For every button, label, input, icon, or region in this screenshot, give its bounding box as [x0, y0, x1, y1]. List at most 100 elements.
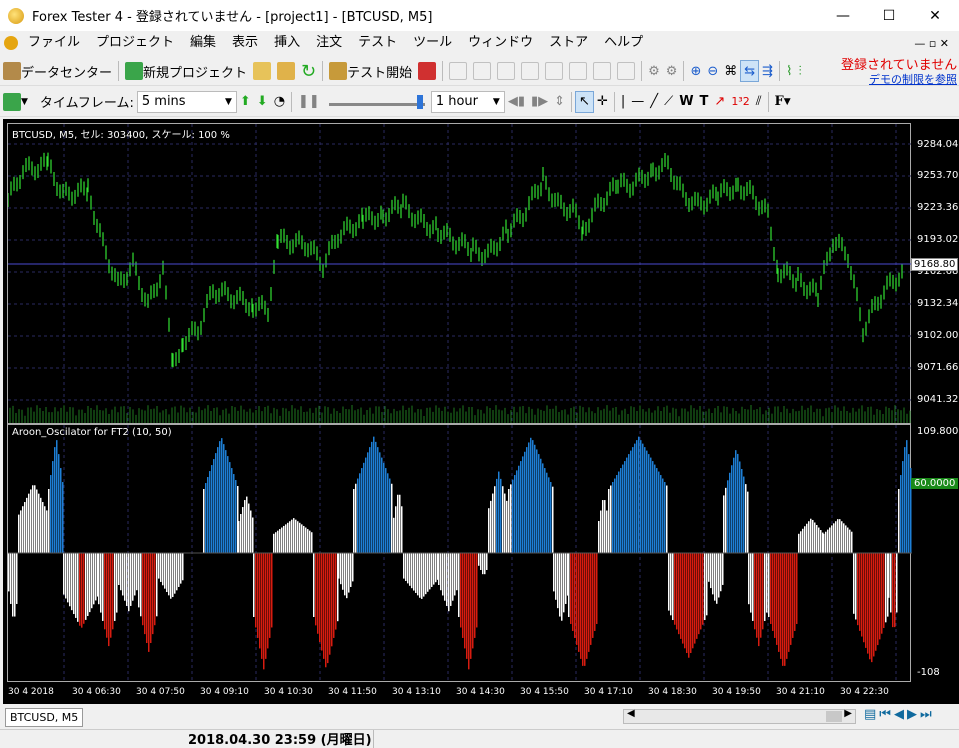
price-tick: 9071.660	[917, 362, 959, 373]
step-up-button[interactable]: ⬆	[237, 91, 254, 113]
aroon-bar	[335, 553, 337, 630]
first-icon[interactable]: ⏮	[879, 707, 894, 722]
vertical-line-button[interactable]: |	[618, 91, 628, 113]
pause-button[interactable]: ❚❚	[295, 91, 323, 113]
price-axis[interactable]: 9284.040 9253.700 9223.360 9193.020 9162…	[911, 123, 959, 424]
nav-button-1[interactable]: ◀▮	[505, 91, 528, 113]
chart-tab[interactable]: BTCUSD, M5	[5, 708, 84, 727]
gear-button-2[interactable]: ⚙	[663, 60, 681, 82]
aroon-bar	[69, 553, 71, 607]
arrow-button[interactable]: ↗	[711, 91, 728, 113]
navigation-buttons[interactable]: ▤⏮◀▶⏭	[864, 707, 935, 722]
chart-shift-button[interactable]: ⇆	[740, 60, 760, 82]
slider-thumb[interactable]	[416, 94, 423, 109]
menu-bar: ファイル プロジェクト 編集 表示 挿入 注文 テスト ツール ウィンドウ スト…	[0, 31, 959, 55]
app-menu-icon[interactable]	[4, 36, 18, 50]
zoom-out-button[interactable]: ⊖	[704, 60, 721, 82]
mdi-controls[interactable]: — ▫ ✕	[914, 37, 949, 50]
maximize-button[interactable]: ☐	[866, 0, 912, 31]
aroon-bar	[634, 443, 636, 553]
menu-file[interactable]: ファイル	[20, 31, 88, 55]
menu-test[interactable]: テスト	[350, 31, 405, 55]
new-project-button[interactable]: 新規プロジェクト	[122, 60, 250, 82]
doc-button-4[interactable]	[518, 60, 542, 82]
fibonacci-icon: 1³2	[731, 95, 750, 108]
data-center-button[interactable]: データセンター	[0, 60, 115, 82]
doc-button-6[interactable]	[566, 60, 590, 82]
crosshair-button[interactable]: ✛	[594, 91, 611, 113]
doc-button-8[interactable]	[614, 60, 638, 82]
speed-button[interactable]: ◔	[271, 91, 288, 113]
scroll-left-icon[interactable]: ◀	[627, 708, 635, 719]
doc-button-3[interactable]	[494, 60, 518, 82]
bar-chart-icon: ⫶	[798, 63, 802, 79]
start-test-button[interactable]: テスト開始	[326, 60, 415, 82]
refresh-button[interactable]: ↻	[298, 60, 319, 82]
indicator-axis[interactable]: 109.8000 60.0000 -108	[911, 424, 959, 682]
menu-order[interactable]: 注文	[308, 31, 350, 55]
doc-button-1[interactable]	[446, 60, 470, 82]
timeframe-select[interactable]: 5 mins ▼	[136, 90, 237, 113]
menu-store[interactable]: ストア	[541, 31, 596, 55]
nav-button-2[interactable]: ▮▶	[528, 91, 551, 113]
wave-button[interactable]: W	[676, 91, 696, 113]
price-chart[interactable]	[7, 124, 912, 425]
menu-insert[interactable]: 挿入	[266, 31, 308, 55]
doc-button-5[interactable]	[542, 60, 566, 82]
chart-window[interactable]: BTCUSD, M5, セル: 303400, スケール: 100 % 9284…	[3, 119, 959, 704]
aroon-bar	[664, 482, 666, 553]
fonts-button[interactable]: F ▼	[772, 91, 794, 113]
add-chart-button[interactable]: ▼	[0, 91, 31, 113]
menu-view[interactable]: 表示	[224, 31, 266, 55]
autoscroll-button[interactable]: ⇶	[759, 60, 776, 82]
doc-button-2[interactable]	[470, 60, 494, 82]
doc-button-7[interactable]	[590, 60, 614, 82]
time-tick: 30 4 07:50	[136, 687, 185, 697]
menu-help[interactable]: ヘルプ	[596, 31, 651, 55]
open-folder-button[interactable]	[250, 60, 274, 82]
horizontal-line-button[interactable]: —	[628, 91, 647, 113]
indicator-pane[interactable]: Aroon_Oscilator for FT2 (10, 50)	[7, 424, 914, 683]
step-select[interactable]: 1 hour ▼	[430, 90, 505, 113]
window-title: Forex Tester 4 - 登録されていません - [project1] …	[32, 10, 433, 25]
aroon-oscillator-chart[interactable]	[8, 425, 914, 683]
scrollbar-thumb[interactable]	[826, 711, 842, 722]
horizontal-scrollbar[interactable]: ◀ ▶	[623, 708, 856, 724]
aroon-bar	[142, 553, 144, 626]
copy-button[interactable]	[274, 60, 298, 82]
separator	[641, 61, 643, 81]
aroon-bar	[812, 519, 814, 553]
menu-edit[interactable]: 編集	[182, 31, 224, 55]
text-button[interactable]: T	[697, 91, 712, 113]
menu-window[interactable]: ウィンドウ	[460, 31, 541, 55]
ray-button[interactable]: ⟋	[661, 91, 676, 113]
aroon-bar	[174, 553, 176, 594]
prev-icon[interactable]: ◀	[894, 707, 907, 722]
test-settings-button[interactable]	[415, 60, 439, 82]
aroon-bar	[160, 553, 162, 582]
next-icon[interactable]: ▶	[907, 707, 920, 722]
scroll-right-icon[interactable]: ▶	[844, 708, 852, 719]
aroon-bar	[60, 468, 62, 553]
price-tick: 9284.040	[917, 139, 959, 150]
menu-project[interactable]: プロジェクト	[88, 31, 182, 55]
line-chart-button[interactable]: ⌇	[783, 60, 795, 82]
gear-button-1[interactable]: ⚙	[645, 60, 663, 82]
layout-icon[interactable]: ▤	[864, 707, 879, 722]
price-pane[interactable]: BTCUSD, M5, セル: 303400, スケール: 100 %	[7, 123, 912, 425]
cursor-button[interactable]: ↖	[575, 90, 594, 113]
channel-button[interactable]: ⫽	[753, 91, 765, 113]
bar-chart-button[interactable]: ⫶	[795, 60, 804, 82]
speed-slider[interactable]	[328, 93, 425, 111]
demo-limits-link[interactable]: デモの制限を参照	[869, 74, 959, 86]
step-down-button[interactable]: ⬇	[254, 91, 271, 113]
menu-tools[interactable]: ツール	[405, 31, 460, 55]
zoom-in-button[interactable]: ⊕	[687, 60, 704, 82]
fibonacci-button[interactable]: 1³2	[728, 91, 752, 113]
binoculars-button[interactable]: ⌘	[721, 60, 740, 82]
close-button[interactable]: ✕	[912, 0, 958, 31]
last-icon[interactable]: ⏭	[920, 707, 935, 722]
minimize-button[interactable]: —	[820, 0, 866, 31]
nav-button-3[interactable]: ⇕	[551, 91, 568, 113]
trend-line-button[interactable]: ╱	[647, 91, 661, 113]
